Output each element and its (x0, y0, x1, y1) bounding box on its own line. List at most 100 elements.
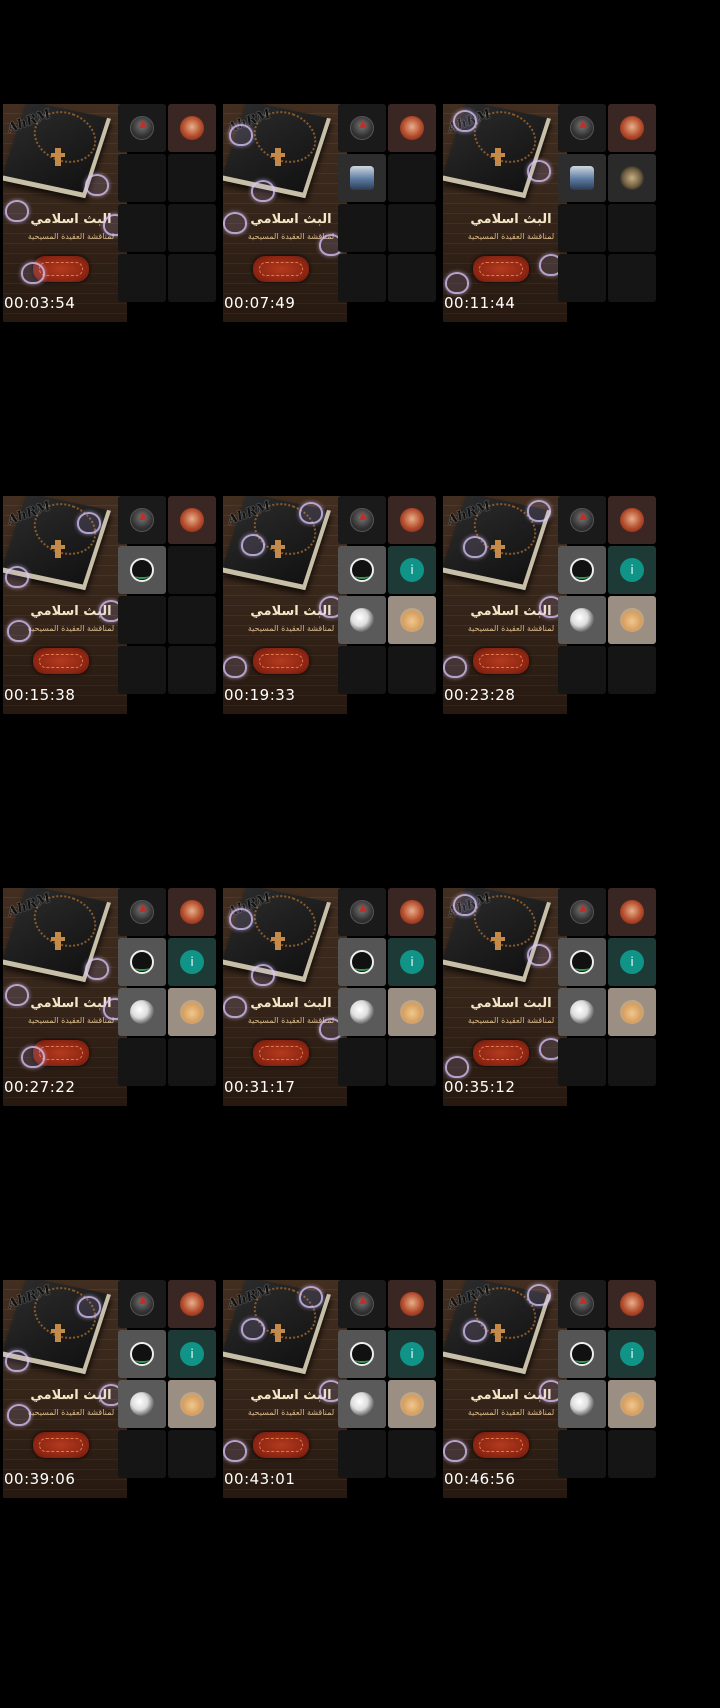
participant-tile[interactable] (118, 104, 166, 152)
participant-tile[interactable] (608, 1280, 656, 1328)
participant-tile[interactable] (608, 596, 656, 644)
empty-seat-tile[interactable] (558, 254, 606, 302)
participant-tile[interactable] (338, 496, 386, 544)
participant-tile[interactable] (608, 888, 656, 936)
participant-tile[interactable] (118, 1280, 166, 1328)
empty-seat-tile[interactable] (168, 154, 216, 202)
empty-seat-tile[interactable] (168, 1430, 216, 1478)
participant-tile[interactable] (338, 988, 386, 1036)
participant-tile[interactable] (338, 154, 386, 202)
empty-seat-tile[interactable] (558, 1430, 606, 1478)
empty-seat-tile[interactable] (168, 1038, 216, 1086)
empty-seat-tile[interactable] (338, 1430, 386, 1478)
empty-seat-tile[interactable] (608, 204, 656, 252)
participant-tile[interactable] (168, 888, 216, 936)
participant-tile[interactable] (608, 496, 656, 544)
empty-seat-tile[interactable] (168, 254, 216, 302)
empty-seat-tile[interactable] (168, 646, 216, 694)
empty-seat-tile[interactable] (118, 154, 166, 202)
participant-tile[interactable]: i (168, 1330, 216, 1378)
participant-tile[interactable]: i (608, 938, 656, 986)
participant-tile[interactable] (168, 496, 216, 544)
participant-tile[interactable]: i (388, 546, 436, 594)
empty-seat-tile[interactable] (558, 204, 606, 252)
participant-tile[interactable] (388, 988, 436, 1036)
empty-seat-tile[interactable] (168, 596, 216, 644)
empty-seat-tile[interactable] (388, 1038, 436, 1086)
empty-seat-tile[interactable] (558, 1038, 606, 1086)
participant-tile[interactable] (558, 1280, 606, 1328)
participant-tile[interactable] (558, 546, 606, 594)
participant-tile[interactable] (338, 888, 386, 936)
participant-tile[interactable] (388, 1380, 436, 1428)
empty-seat-tile[interactable] (558, 646, 606, 694)
participant-tile[interactable] (338, 1280, 386, 1328)
participant-tile[interactable] (118, 546, 166, 594)
participant-tile[interactable] (118, 938, 166, 986)
participant-tile[interactable] (338, 104, 386, 152)
empty-seat-tile[interactable] (388, 646, 436, 694)
empty-seat-tile[interactable] (168, 204, 216, 252)
participant-tile[interactable] (168, 1280, 216, 1328)
participant-tile[interactable] (608, 104, 656, 152)
participant-tile[interactable] (168, 988, 216, 1036)
participant-tile[interactable] (338, 1330, 386, 1378)
participant-tile[interactable] (558, 1330, 606, 1378)
empty-seat-tile[interactable] (118, 1430, 166, 1478)
participant-tile[interactable] (558, 1380, 606, 1428)
empty-seat-tile[interactable] (388, 154, 436, 202)
participant-tile[interactable] (118, 496, 166, 544)
participant-tile[interactable]: i (388, 1330, 436, 1378)
participant-tile[interactable] (608, 154, 656, 202)
participant-tile[interactable] (558, 496, 606, 544)
empty-seat-tile[interactable] (608, 646, 656, 694)
participant-tile[interactable] (608, 988, 656, 1036)
participant-tile[interactable] (118, 988, 166, 1036)
empty-seat-tile[interactable] (388, 204, 436, 252)
empty-seat-tile[interactable] (388, 1430, 436, 1478)
moon-avatar (130, 1000, 154, 1024)
empty-seat-tile[interactable] (338, 646, 386, 694)
participant-tile[interactable] (558, 888, 606, 936)
participant-tile[interactable] (558, 154, 606, 202)
participant-tile[interactable] (118, 888, 166, 936)
cover-artwork: AhRM البث اسلامي لمناقشة العقيدة المسيحية (223, 888, 347, 1106)
empty-seat-tile[interactable] (338, 254, 386, 302)
frame-timestamp: 00:03:54 (4, 294, 76, 312)
participant-tile[interactable] (388, 596, 436, 644)
empty-seat-tile[interactable] (608, 254, 656, 302)
participant-tile[interactable] (118, 1380, 166, 1428)
participant-tile[interactable] (608, 1380, 656, 1428)
participant-tile[interactable] (388, 888, 436, 936)
empty-seat-tile[interactable] (608, 1430, 656, 1478)
empty-seat-tile[interactable] (118, 646, 166, 694)
cross-image (491, 148, 505, 166)
participant-tile[interactable]: i (608, 1330, 656, 1378)
participant-tile[interactable] (168, 1380, 216, 1428)
participant-tile[interactable] (168, 104, 216, 152)
participant-tile[interactable] (558, 596, 606, 644)
participant-tile[interactable] (118, 1330, 166, 1378)
participant-tile[interactable] (558, 988, 606, 1036)
empty-seat-tile[interactable] (168, 546, 216, 594)
empty-seat-tile[interactable] (388, 254, 436, 302)
empty-seat-tile[interactable] (338, 204, 386, 252)
participant-tile[interactable] (558, 104, 606, 152)
participant-tile[interactable] (338, 546, 386, 594)
participant-tile[interactable]: i (388, 938, 436, 986)
participant-tile[interactable] (558, 938, 606, 986)
participant-tile[interactable] (388, 1280, 436, 1328)
participant-tile[interactable] (338, 596, 386, 644)
empty-seat-tile[interactable] (608, 1038, 656, 1086)
participant-tile[interactable]: i (168, 938, 216, 986)
participant-tile[interactable] (338, 938, 386, 986)
empty-seat-tile[interactable] (118, 254, 166, 302)
participant-tile[interactable] (388, 104, 436, 152)
empty-seat-tile[interactable] (118, 204, 166, 252)
empty-seat-tile[interactable] (118, 1038, 166, 1086)
participant-tile[interactable] (338, 1380, 386, 1428)
participant-tile[interactable]: i (608, 546, 656, 594)
empty-seat-tile[interactable] (118, 596, 166, 644)
empty-seat-tile[interactable] (338, 1038, 386, 1086)
participant-tile[interactable] (388, 496, 436, 544)
